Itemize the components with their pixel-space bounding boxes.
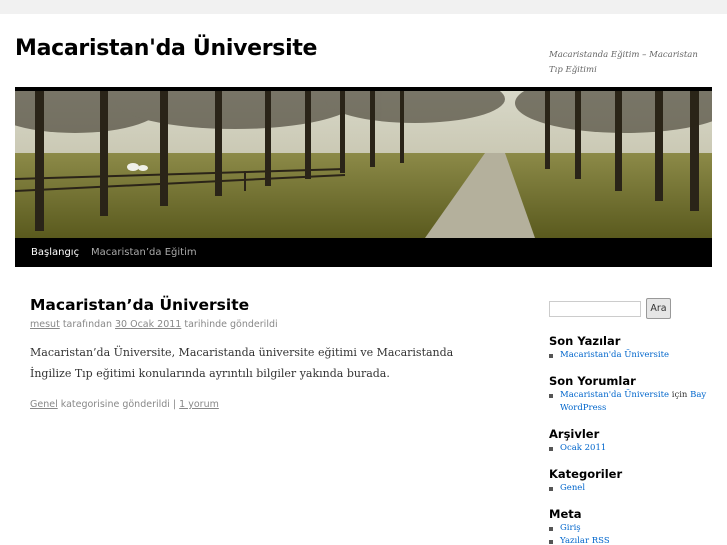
post-category-link[interactable]: Genel	[30, 399, 58, 410]
comment-connector: için	[669, 390, 691, 400]
meta-login-link[interactable]: Giriş	[560, 523, 581, 533]
site-description: Macaristanda Eğitim – Macaristan Tıp Eği…	[549, 50, 698, 75]
header-image	[15, 87, 712, 238]
nav-item-education[interactable]: Macaristan’da Eğitim	[91, 238, 197, 267]
categories-title: Kategoriler	[549, 467, 623, 481]
list-item: Yazılar RSS	[549, 535, 610, 545]
search-button[interactable]: Ara	[646, 298, 671, 319]
recent-posts-title: Son Yazılar	[549, 334, 621, 348]
post-utility: Genel kategorisine gönderildi | 1 yorum	[30, 399, 490, 410]
category-link[interactable]: Genel	[560, 483, 585, 493]
page-wrapper: Macaristan'da Üniversite Macaristanda Eğ…	[0, 14, 727, 545]
post-date-suffix: tarihinde gönderildi	[181, 319, 278, 330]
list-item: Giriş	[549, 522, 610, 535]
post-author-link[interactable]: mesut	[30, 319, 60, 330]
recent-posts-list: Macaristan'da Üniversite	[549, 349, 669, 362]
categories-list: Genel	[549, 482, 585, 495]
post-date-link[interactable]: 30 Ocak 2011	[115, 319, 181, 330]
meta-title: Meta	[549, 507, 582, 521]
main-menu: Başlangıç Macaristan’da Eğitim	[15, 238, 712, 267]
archives-title: Arşivler	[549, 427, 600, 441]
archive-link[interactable]: Ocak 2011	[560, 443, 606, 453]
meta-rss-link[interactable]: Yazılar RSS	[560, 536, 610, 545]
main-content: Macaristan’da Üniversite mesut tarafında…	[30, 296, 490, 410]
post-body: Macaristan’da Üniversite, Macaristanda ü…	[30, 346, 454, 380]
nav-item-home[interactable]: Başlangıç	[31, 238, 79, 267]
list-item: Macaristan'da Üniversite için Bay WordPr…	[549, 389, 709, 415]
site-title[interactable]: Macaristan'da Üniversite	[15, 36, 317, 61]
search-input[interactable]	[549, 301, 641, 317]
post-by-text: tarafından	[59, 319, 115, 330]
recent-comments-title: Son Yorumlar	[549, 374, 636, 388]
list-item: Ocak 2011	[549, 442, 606, 455]
list-item: Genel	[549, 482, 585, 495]
recent-post-link[interactable]: Macaristan'da Üniversite	[560, 350, 669, 360]
post-comments-link[interactable]: 1 yorum	[179, 399, 219, 410]
archives-list: Ocak 2011	[549, 442, 606, 455]
post-category-suffix: kategorisine gönderildi |	[57, 399, 180, 410]
recent-comments-list: Macaristan'da Üniversite için Bay WordPr…	[549, 389, 709, 415]
post-meta: mesut tarafından 30 Ocak 2011 tarihinde …	[30, 319, 490, 330]
comment-post-link[interactable]: Macaristan'da Üniversite	[560, 390, 669, 400]
meta-list: Giriş Yazılar RSS	[549, 522, 610, 545]
post-title[interactable]: Macaristan’da Üniversite	[30, 296, 490, 314]
list-item: Macaristan'da Üniversite	[549, 349, 669, 362]
